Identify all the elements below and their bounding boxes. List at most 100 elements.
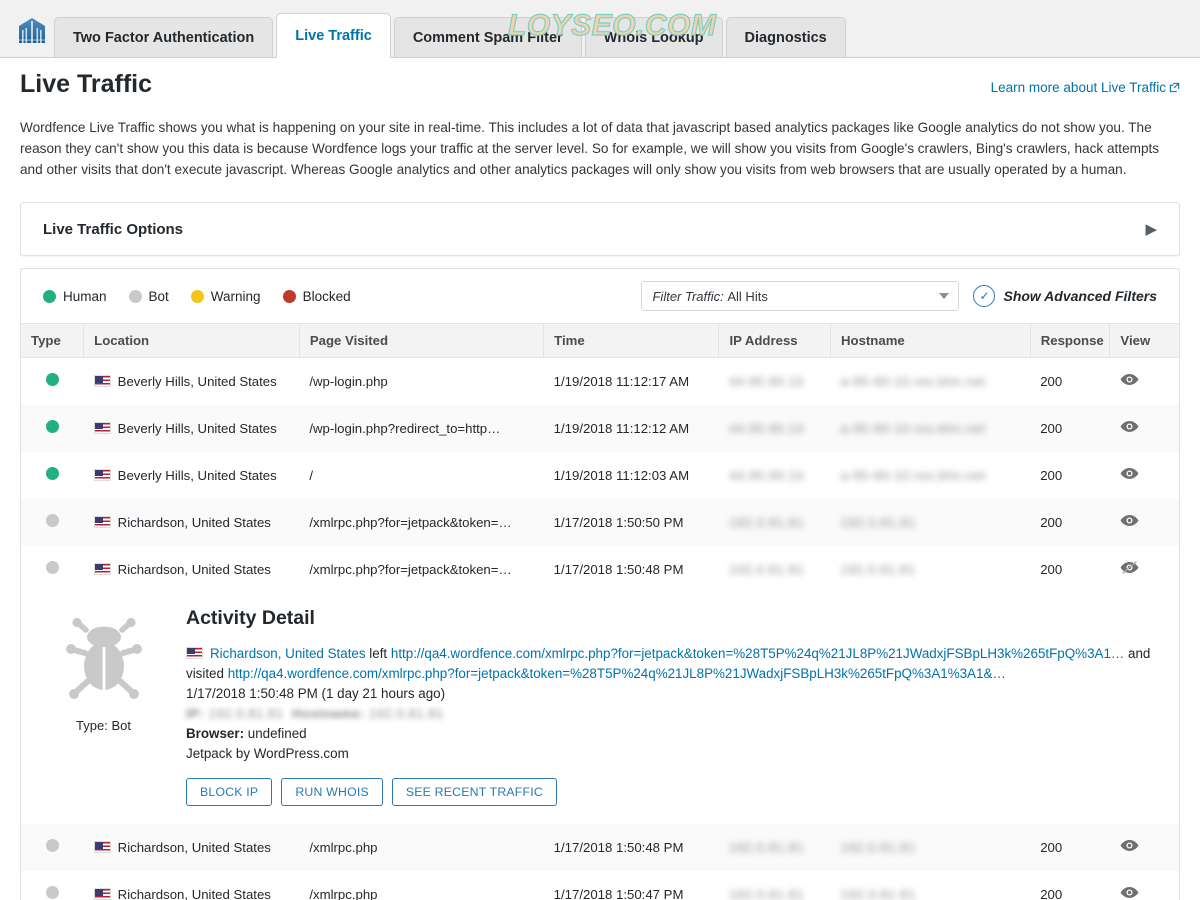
- redacted-ip: 192.0.81.81: [728, 561, 805, 577]
- cell-page-visited: /wp-login.php: [309, 373, 388, 389]
- activity-detail-body: Activity Detail Richardson, United States…: [186, 603, 1179, 806]
- eye-icon[interactable]: [1120, 514, 1139, 527]
- table-row[interactable]: Richardson, United States/xmlrpc.php?for…: [21, 546, 1179, 593]
- run-whois-button[interactable]: RUN WHOIS: [281, 777, 383, 806]
- eye-icon[interactable]: [1120, 373, 1139, 386]
- cell-ip-address: 44.95.90.10: [719, 452, 831, 499]
- cell-page-visited: /xmlrpc.php: [299, 823, 544, 871]
- cell-view[interactable]: [1110, 546, 1179, 593]
- view-toggle[interactable]: [1120, 840, 1139, 855]
- tab-two-factor-authentication[interactable]: Two Factor Authentication: [54, 17, 274, 57]
- view-toggle[interactable]: [1120, 374, 1139, 389]
- redacted-hostname: a-95-90-10.res.bhn.net: [840, 420, 986, 436]
- cell-type: [21, 823, 84, 871]
- view-toggle[interactable]: [1120, 515, 1139, 530]
- redacted-ip: 192.0.81.81: [728, 514, 805, 530]
- cell-response: 200: [1040, 561, 1063, 577]
- cell-hostname: 192.0.81.81: [830, 498, 1031, 546]
- location-text: Beverly Hills, United States: [117, 373, 277, 389]
- location-text: Richardson, United States: [117, 839, 271, 855]
- live-traffic-options-toggle[interactable]: Live Traffic Options ▶: [21, 203, 1179, 255]
- options-title: Live Traffic Options: [43, 220, 184, 238]
- activity-location-link[interactable]: Richardson, United States: [210, 646, 366, 661]
- cell-view[interactable]: [1110, 358, 1179, 405]
- eye-icon[interactable]: [1120, 839, 1139, 852]
- column-header-type[interactable]: Type: [21, 323, 85, 358]
- column-header-ip[interactable]: IP Address: [718, 323, 831, 358]
- eye-icon[interactable]: [1120, 467, 1139, 480]
- see-recent-traffic-button[interactable]: SEE RECENT TRAFFIC: [391, 777, 557, 806]
- column-header-view[interactable]: View: [1109, 323, 1179, 358]
- cell-time: 1/17/2018 1:50:48 PM: [553, 561, 684, 577]
- view-toggle[interactable]: [1120, 560, 1139, 578]
- cell-view[interactable]: [1109, 498, 1179, 546]
- cell-location: Richardson, United States: [84, 546, 300, 593]
- redacted-ip-hostname: IP: 192.0.81.81 Hostname: 192.0.81.81: [186, 705, 445, 721]
- activity-referrer-link[interactable]: http://qa4.wordfence.com/xmlrpc.php?for=…: [391, 646, 1124, 661]
- cell-page-visited: /xmlrpc.php?for=jetpack&token=…: [309, 561, 512, 577]
- us-flag-icon: [93, 515, 111, 528]
- cell-hostname: a-95-90-10.res.bhn.net: [831, 452, 1031, 499]
- chevron-down-icon[interactable]: [939, 293, 950, 299]
- view-toggle[interactable]: [1120, 887, 1139, 900]
- eye-icon[interactable]: [1120, 886, 1139, 899]
- table-row[interactable]: Richardson, United States/xmlrpc.php 1/17…: [21, 871, 1179, 900]
- cell-hostname: a-95-90-10.res.bhn.net: [831, 358, 1031, 405]
- cell-location: Beverly Hills, United States: [83, 404, 300, 452]
- tab-label: Diagnostics: [744, 29, 827, 46]
- type-dot-bot: [45, 839, 59, 853]
- redacted-hostname: 192.0.81.81: [840, 514, 916, 530]
- filter-traffic-prefix: Filter Traffic:: [652, 288, 724, 304]
- column-header-location[interactable]: Location: [83, 323, 300, 358]
- legend-item-bot: Bot: [128, 289, 169, 304]
- redacted-ip: 44.95.90.10: [728, 373, 805, 389]
- column-header-time[interactable]: Time: [543, 323, 720, 358]
- location-text: Beverly Hills, United States: [117, 467, 277, 483]
- live-traffic-panel: Human Bot Warning Blocked Filter Traffic: [20, 268, 1180, 900]
- activity-visited-link[interactable]: http://qa4.wordfence.com/xmlrpc.php?for=…: [228, 666, 1006, 681]
- eye-slash-icon[interactable]: [1120, 560, 1139, 575]
- table-row[interactable]: Beverly Hills, United States / 1/19/2018 1…: [21, 452, 1179, 499]
- table-row[interactable]: Richardson, United States/xmlrpc.php?for…: [21, 498, 1179, 546]
- cell-location: Richardson, United States: [83, 823, 300, 871]
- type-dot-human: [45, 420, 59, 433]
- learn-more-link[interactable]: Learn more about Live Traffic: [991, 80, 1180, 95]
- block-ip-button[interactable]: BLOCK IP: [186, 777, 273, 806]
- tab-diagnostics[interactable]: Diagnostics: [725, 17, 846, 57]
- column-header-response[interactable]: Response: [1030, 323, 1111, 358]
- cell-view[interactable]: [1109, 404, 1179, 452]
- us-flag-icon: [186, 646, 203, 659]
- cell-ip-address: 44.95.90.10: [719, 358, 831, 405]
- cell-time: 1/17/2018 1:50:47 PM: [553, 886, 684, 900]
- cell-view[interactable]: [1109, 823, 1179, 871]
- column-header-page[interactable]: Page Visited: [299, 323, 545, 358]
- traffic-toolbar: Human Bot Warning Blocked Filter Traffic: [21, 269, 1179, 323]
- type-dot-bot: [45, 561, 59, 574]
- redacted-hostname: a-95-90-10.res.bhn.net: [840, 467, 986, 483]
- eye-icon[interactable]: [1120, 420, 1139, 433]
- tab-live-traffic[interactable]: Live Traffic: [276, 13, 391, 58]
- cell-view[interactable]: [1110, 452, 1179, 499]
- legend-dot-blocked: [282, 289, 296, 303]
- column-header-hostname[interactable]: Hostname: [830, 323, 1031, 358]
- cell-response: 200: [1040, 886, 1063, 900]
- filter-traffic-select[interactable]: Filter Traffic: All Hits: [641, 281, 960, 311]
- view-toggle[interactable]: [1120, 421, 1139, 436]
- cell-location: Richardson, United States: [84, 871, 300, 900]
- table-row[interactable]: Beverly Hills, United States/wp-login.ph…: [21, 358, 1179, 405]
- cell-ip-address: 192.0.81.81: [718, 498, 831, 546]
- check-circle-icon: ✓: [973, 285, 996, 307]
- type-dot-human: [45, 373, 59, 387]
- cell-time: 1/19/2018 11:12:17 AM: [553, 373, 690, 389]
- cell-view[interactable]: [1110, 871, 1179, 900]
- table-row[interactable]: Beverly Hills, United States/wp-login.ph…: [21, 404, 1179, 452]
- table-header-row: Type Location Page Visited Time IP Addre…: [21, 323, 1179, 358]
- activity-detail-title: Activity Detail: [186, 606, 315, 629]
- show-advanced-filters-toggle[interactable]: ✓ Show Advanced Filters: [973, 285, 1157, 307]
- cell-type: [21, 546, 84, 593]
- table-row[interactable]: Richardson, United States/xmlrpc.php 1/17…: [21, 823, 1179, 871]
- chevron-right-icon[interactable]: ▶: [1145, 220, 1157, 238]
- tab-comment-spam-filter[interactable]: Comment Spam Filter: [393, 17, 582, 57]
- view-toggle[interactable]: [1120, 468, 1139, 483]
- tab-whois-lookup[interactable]: Whois Lookup: [584, 17, 723, 57]
